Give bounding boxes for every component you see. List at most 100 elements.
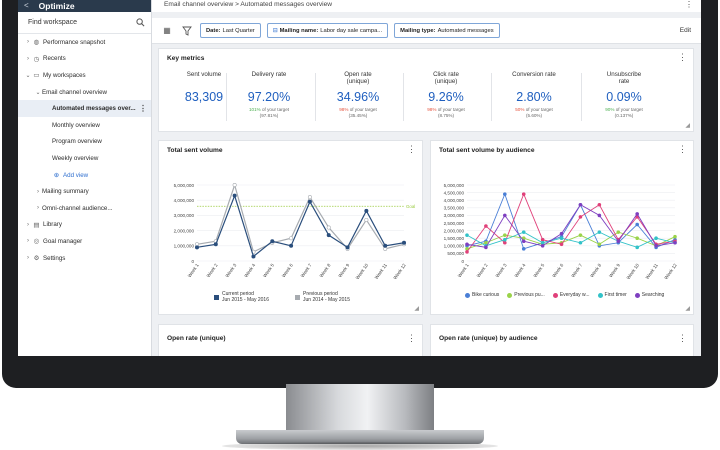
data-point[interactable] <box>578 233 583 237</box>
sent-volume-by-audience-chart[interactable]: 0 500,000 1,000,000 1,500,000 2,000,000 2,500… <box>431 161 695 301</box>
data-point[interactable] <box>503 213 507 218</box>
data-point[interactable] <box>521 247 526 251</box>
filter-chip[interactable]: ⊟ Mailing name: Labor day sale campa... <box>266 23 389 38</box>
data-point[interactable] <box>232 193 237 198</box>
sidebar-item-mailing-summary[interactable]: › Mailing summary <box>18 183 151 200</box>
sidebar-item-automated-messages-over[interactable]: Automated messages over... ⋮ <box>18 100 151 117</box>
calendar-icon[interactable]: ▦ <box>160 26 174 35</box>
metric-delivery-rate[interactable]: Delivery rate 97.20% 101% of your target (9… <box>224 71 314 119</box>
sidebar-item-weekly-overview[interactable]: Weekly overview <box>18 150 151 167</box>
chevron-right-icon[interactable]: › <box>24 238 32 244</box>
filter-chip[interactable]: Mailing type: Automated messages <box>394 23 500 38</box>
more-options-icon[interactable]: ⋮ <box>678 144 687 155</box>
data-point[interactable] <box>503 233 507 237</box>
legend-item[interactable]: Everyday w... <box>552 292 590 298</box>
data-point[interactable] <box>213 242 218 247</box>
data-point[interactable] <box>484 240 488 245</box>
data-point[interactable] <box>307 195 312 200</box>
more-options-icon[interactable]: ⋮ <box>407 333 416 344</box>
data-point[interactable] <box>465 242 469 247</box>
chevron-right-icon[interactable]: › <box>24 255 32 261</box>
search-icon[interactable] <box>136 18 145 27</box>
data-point[interactable] <box>307 199 312 204</box>
data-point[interactable] <box>635 236 639 240</box>
data-point[interactable] <box>635 212 639 216</box>
data-point[interactable] <box>484 245 488 250</box>
data-point[interactable] <box>654 244 658 248</box>
data-point[interactable] <box>635 245 639 250</box>
data-point[interactable] <box>597 230 602 234</box>
back-icon[interactable]: < <box>24 0 29 12</box>
metric-open-rate[interactable]: Open rate (unique) 34.96% 98% of your targ… <box>313 71 403 119</box>
legend-item[interactable]: Previous pu... <box>507 292 545 298</box>
find-workspace-search[interactable]: Find workspace <box>18 12 151 34</box>
breadcrumb[interactable]: Email channel overview > Automated messa… <box>164 1 332 8</box>
data-point[interactable] <box>559 231 564 236</box>
more-options-icon[interactable]: ⋮ <box>407 144 416 155</box>
data-point[interactable] <box>326 233 331 238</box>
edit-filters-button[interactable]: Edit <box>680 27 691 34</box>
data-point[interactable] <box>654 236 658 240</box>
resize-handle-icon[interactable]: ◢ <box>685 122 690 129</box>
data-point[interactable] <box>578 202 583 207</box>
data-point[interactable] <box>289 236 294 241</box>
data-point[interactable] <box>597 213 602 218</box>
more-options-icon[interactable]: ⋮ <box>678 333 687 344</box>
data-point[interactable] <box>383 243 388 248</box>
data-point[interactable] <box>616 239 621 244</box>
data-point[interactable] <box>364 217 369 222</box>
data-point[interactable] <box>194 245 199 250</box>
data-point[interactable] <box>673 240 677 245</box>
data-point[interactable] <box>578 240 583 245</box>
data-point[interactable] <box>402 240 407 245</box>
chevron-down-icon[interactable]: ⌄ <box>24 72 32 79</box>
filter-chip[interactable]: Date: Last Quarter <box>200 23 261 38</box>
data-point[interactable] <box>484 224 488 228</box>
series-line[interactable] <box>466 231 676 248</box>
resize-handle-icon[interactable]: ◢ <box>414 305 419 312</box>
data-point[interactable] <box>503 192 507 196</box>
data-point[interactable] <box>465 250 469 254</box>
data-point[interactable] <box>597 202 602 207</box>
data-point[interactable] <box>521 239 526 244</box>
more-options-icon[interactable]: ⋮ <box>685 0 693 9</box>
resize-handle-icon[interactable]: ◢ <box>685 305 690 312</box>
legend-previous-period[interactable]: Previous period Jun 2014 - May 2015 <box>295 291 350 303</box>
chevron-right-icon[interactable]: › <box>34 189 42 195</box>
data-point[interactable] <box>635 222 639 227</box>
data-point[interactable] <box>364 208 369 213</box>
total-sent-volume-chart[interactable]: 0 1,000,000 2,000,000 3,000,000 4,000,000 5,0… <box>159 161 424 301</box>
data-point[interactable] <box>540 244 545 248</box>
data-point[interactable] <box>616 230 621 234</box>
chevron-right-icon[interactable]: › <box>24 222 32 228</box>
sidebar-item-library[interactable]: › ▤ Library <box>18 217 151 234</box>
sidebar-item-omni-channel-audience[interactable]: › Omni-channel audience... <box>18 200 151 217</box>
sidebar-item-add-view[interactable]: ⊕ Add view <box>18 167 151 184</box>
data-point[interactable] <box>559 236 564 240</box>
data-point[interactable] <box>521 230 526 234</box>
data-point[interactable] <box>503 240 507 245</box>
more-options-icon[interactable]: ⋮ <box>139 104 147 113</box>
data-point[interactable] <box>503 237 507 242</box>
more-options-icon[interactable]: ⋮ <box>678 52 687 63</box>
legend-item[interactable]: Searching <box>634 292 664 298</box>
data-point[interactable] <box>578 215 583 219</box>
data-point[interactable] <box>521 192 526 196</box>
chevron-down-icon[interactable]: ⌄ <box>34 89 42 96</box>
chevron-right-icon[interactable]: › <box>24 39 32 45</box>
sidebar-item-email-channel-overview[interactable]: ⌄ Email channel overview <box>18 84 151 101</box>
chevron-right-icon[interactable]: › <box>24 56 32 62</box>
metric-unsubscribe[interactable]: Unsubscribe rate 0.09% 90% of your target(… <box>579 71 669 119</box>
sidebar-item-monthly-overview[interactable]: Monthly overview <box>18 117 151 134</box>
data-point[interactable] <box>559 242 564 247</box>
chevron-right-icon[interactable]: › <box>34 205 42 211</box>
sidebar-item-settings[interactable]: › ⚙ Settings <box>18 250 151 267</box>
legend-item[interactable]: First timer <box>597 292 627 298</box>
metric-conversion-rate[interactable]: Conversion rate 2.80% 50% of your target (5… <box>489 71 579 119</box>
series-line[interactable] <box>196 182 405 253</box>
sidebar-item-my-workspaces[interactable]: ⌄ ▭ My workspaces <box>18 67 151 84</box>
data-point[interactable] <box>465 233 469 237</box>
data-point[interactable] <box>597 242 602 247</box>
sidebar-item-recents[interactable]: › ◷ Recents <box>18 51 151 68</box>
data-point[interactable] <box>540 240 545 245</box>
